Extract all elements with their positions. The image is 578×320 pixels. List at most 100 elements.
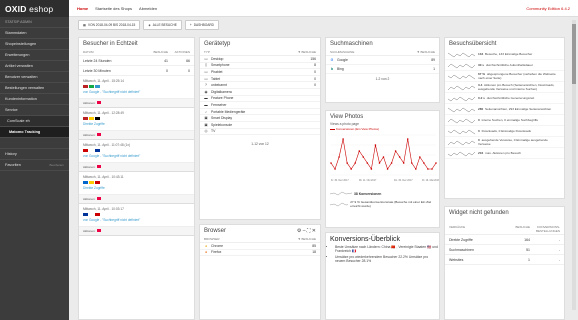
visitor-referrer[interactable]: von Google - "Suchbegriff nicht definier…	[83, 90, 190, 94]
data-point[interactable]	[358, 150, 361, 152]
visitor-referrer[interactable]: Direkte Zugriffe	[83, 122, 190, 126]
data-point[interactable]	[431, 168, 433, 170]
visitor-entry[interactable]: Mittwoch, 11. April - 10:03:17 von Google…	[79, 204, 194, 227]
sidebar-item-label: Service	[5, 108, 18, 112]
device-row-feature-phone[interactable]: ▬ Feature Phone	[200, 96, 320, 103]
search-row-bing[interactable]: b Bing 1	[326, 65, 439, 74]
device-row-spielekonsole[interactable]: ▣ Spielekonsole	[200, 122, 320, 129]
search-row-google[interactable]: G Google 89	[326, 56, 439, 65]
data-point[interactable]	[362, 156, 365, 158]
visitor-entry[interactable]: Mittwoch, 11. April - 10:43:11 Direkte Zu…	[79, 172, 194, 195]
overview-stat[interactable]: 67 % abgesprungene Besucher (verließen d…	[445, 71, 564, 82]
device-row-fernseher[interactable]: ▬ Fernseher	[200, 102, 320, 109]
data-point[interactable]	[394, 150, 397, 152]
nav-home[interactable]: Home	[77, 6, 88, 11]
pageview-icon[interactable]	[96, 197, 101, 200]
sidebar-item-kundeninformation[interactable]: Kundeninformation	[0, 94, 69, 105]
sidebar-item-erweiterungen[interactable]: Erweiterungen	[0, 50, 69, 61]
dashboard-button[interactable]: + DASHBOARD	[184, 20, 219, 30]
visitor-entry[interactable]: Mittwoch, 11. April - 12:28:49 Direkte Zu…	[79, 108, 194, 131]
data-point[interactable]	[423, 162, 425, 164]
visitor-referrer[interactable]: Direkte Zugriffe	[83, 186, 190, 190]
pageview-icon[interactable]	[96, 165, 101, 168]
sidebar-item-artikel-verwalten[interactable]: Artikel verwalten	[0, 61, 69, 72]
sidebar-item-stammdaten[interactable]: Stammdaten	[0, 28, 69, 39]
logo[interactable]: OXID eshop	[0, 0, 69, 17]
overview-stat[interactable]: 0.2 s durchschnittliche Generierungszeit	[445, 93, 564, 104]
data-point[interactable]	[382, 156, 385, 158]
pageview-icon[interactable]	[96, 133, 101, 136]
visitor-entry[interactable]: Mittwoch, 11. April - 11:07:48 (1x) von G…	[79, 140, 194, 163]
data-point[interactable]	[334, 168, 336, 170]
sidebar-item-bestellungen-verwalten[interactable]: Bestellungen verwalten	[0, 83, 69, 94]
scrollbar-thumb[interactable]	[572, 24, 576, 84]
data-point[interactable]	[390, 162, 393, 164]
sidebar-item-favoriten[interactable]: Favoriten Bearbeiten	[0, 160, 69, 171]
sidebar-item-shopeinstellungen[interactable]: Shopeinstellungen	[0, 39, 69, 50]
overview-stat[interactable]: 0 Downloads, 0 Einmalige Downloads	[445, 126, 564, 137]
sidebar-item-comscale-eh[interactable]: ComScale eh	[0, 116, 69, 127]
data-point[interactable]	[374, 144, 377, 146]
page-scrollbar[interactable]	[572, 20, 576, 310]
data-point[interactable]	[406, 138, 409, 140]
pageview-icon[interactable]	[96, 229, 101, 232]
nav-shop-start[interactable]: Startseite des Shops	[95, 6, 132, 11]
overview-stat-text: 204 max. Aktionen pro Besuch	[478, 151, 521, 155]
data-point[interactable]	[346, 162, 348, 164]
col-visits[interactable]: ▼ BESUCHE	[417, 50, 435, 54]
overview-stat[interactable]: 0 ausgehende Verweise, 0 Einmalige ausge…	[445, 137, 564, 148]
data-point[interactable]	[398, 156, 401, 158]
data-point[interactable]	[386, 168, 389, 170]
data-point[interactable]	[419, 156, 421, 158]
visitor-referrer[interactable]: von Google - "Suchbegriff nicht definier…	[83, 218, 190, 222]
device-row-portable-medienger-te[interactable]: ♪ Portable Mediengeräte	[200, 109, 320, 116]
data-point[interactable]	[354, 162, 357, 164]
device-row-desktop[interactable]: ▭ Desktop 156	[200, 56, 320, 63]
sidebar-item-history[interactable]: History	[0, 149, 69, 160]
device-row-unbekannt[interactable]: ? unbekannt 0	[200, 82, 320, 89]
overview-stat[interactable]: 280 Seitenansichten, 293 Einmalige Seite…	[445, 104, 564, 115]
data-point[interactable]	[402, 162, 405, 164]
col-visits[interactable]: ▼ BESUCHE	[298, 237, 316, 241]
device-row-phablet[interactable]: ▭ Phablet 0	[200, 69, 320, 76]
data-point[interactable]	[366, 162, 369, 164]
data-point[interactable]	[342, 138, 344, 140]
sidebar-item-hint[interactable]: Bearbeiten	[49, 163, 64, 167]
sidebar-item-blank[interactable]	[0, 138, 69, 149]
data-point[interactable]	[330, 162, 332, 164]
data-point[interactable]	[378, 162, 381, 164]
visitor-referrer[interactable]: von Google - "Suchbegriff nicht definier…	[83, 154, 190, 158]
overview-stat[interactable]: 30 s durchschnittliche Aufenthaltsdauer	[445, 60, 564, 71]
all-visits-button[interactable]: ◈ ALLE BESUCHE	[143, 20, 182, 30]
overview-stat[interactable]: 204 max. Aktionen pro Besuch	[445, 148, 564, 159]
row-visits: 1	[528, 257, 530, 262]
nav-logout[interactable]: Abmelden	[139, 6, 157, 11]
data-point[interactable]	[370, 168, 373, 170]
data-point[interactable]	[427, 168, 429, 170]
browser-row-chrome[interactable]: ● Chrome 85	[200, 243, 320, 250]
sidebar-item-matomo-tracking[interactable]: Matomo Tracking	[0, 127, 69, 138]
device-row-tv[interactable]: ◎ TV	[200, 129, 320, 136]
device-row-tablet[interactable]: ▭ Tablet 0	[200, 76, 320, 83]
data-point[interactable]	[338, 156, 340, 158]
data-point[interactable]	[350, 168, 352, 170]
device-visits: 0	[314, 69, 316, 74]
browser-row-firefox[interactable]: ● Firefox 18	[200, 250, 320, 257]
date-range-button[interactable]: ▦ VON 2018-04-09 BIS 2018-04-15	[78, 20, 141, 30]
overview-stat[interactable]: 134 Besuche, 133 Einmalige Besucher	[445, 49, 564, 60]
col-visits[interactable]: ▼ BESUCHE	[298, 50, 316, 54]
overview-stat[interactable]: 0 interne Suchen, 0 einmalige Suchbegrif…	[445, 115, 564, 126]
data-point[interactable]	[410, 162, 413, 164]
pageview-icon[interactable]	[96, 101, 101, 104]
data-point[interactable]	[435, 162, 437, 164]
device-row-digitalkamera[interactable]: ◉ Digitalkamera	[200, 89, 320, 96]
sidebar-item-benutzer-verwalten[interactable]: Benutzer verwalten	[0, 72, 69, 83]
sidebar-item-service[interactable]: Service	[0, 105, 69, 116]
device-row-smart-display[interactable]: ▣ Smart Display	[200, 115, 320, 122]
overview-stat[interactable]: 3.4 Aktionen pro Besuch (Seitenansichten…	[445, 82, 564, 93]
data-point[interactable]	[415, 168, 417, 170]
device-row-smartphone[interactable]: ▯ Smartphone 8	[200, 63, 320, 70]
calendar-icon: ▦	[83, 23, 87, 27]
widget-controls-icon[interactable]: ⚙ – ⛶ ✕	[297, 228, 316, 234]
visitor-entry[interactable]: Mittwoch, 11. April - 15:25:14 von Google…	[79, 76, 194, 99]
